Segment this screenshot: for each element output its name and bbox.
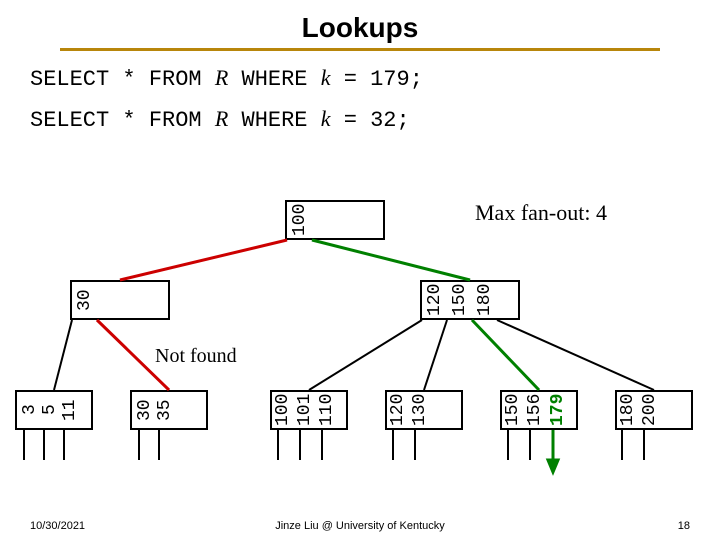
leaf2-v2: 110 xyxy=(317,392,337,428)
query-line-1: SELECT * FROM R WHERE k = 179; xyxy=(30,65,720,92)
leaf4-v2: 179 xyxy=(548,392,568,428)
leaf0-v0: 3 xyxy=(20,392,40,428)
leaf2-v1: 101 xyxy=(295,392,315,428)
slide-title: Lookups xyxy=(0,0,720,44)
footer-author: Jinze Liu @ University of Kentucky xyxy=(0,520,720,532)
query-line-2: SELECT * FROM R WHERE k = 32; xyxy=(30,106,720,133)
leaf4-v1: 156 xyxy=(525,392,545,428)
intL-val-0: 30 xyxy=(75,282,95,318)
leaf5-v1: 200 xyxy=(640,392,660,428)
footer-page: 18 xyxy=(678,520,690,532)
leaf3-v1: 130 xyxy=(410,392,430,428)
leaf3-v0: 120 xyxy=(388,392,408,428)
not-found-label: Not found xyxy=(155,345,237,368)
title-underline xyxy=(60,48,660,51)
intR-val-2: 180 xyxy=(475,282,495,318)
slide: Lookups SELECT * FROM R WHERE k = 179; S… xyxy=(0,0,720,540)
leaf5-v0: 180 xyxy=(618,392,638,428)
leaf0-v1: 5 xyxy=(40,392,60,428)
intR-val-0: 120 xyxy=(425,282,445,318)
leaf4-v0: 150 xyxy=(503,392,523,428)
fanout-label: Max fan-out: 4 xyxy=(475,200,607,226)
leaf0-v2: 11 xyxy=(60,392,80,428)
leaf1-v1: 35 xyxy=(155,392,175,428)
leaf2-v0: 100 xyxy=(273,392,293,428)
root-val-0: 100 xyxy=(290,200,310,240)
intR-val-1: 150 xyxy=(450,282,470,318)
leaf1-v0: 30 xyxy=(135,392,155,428)
